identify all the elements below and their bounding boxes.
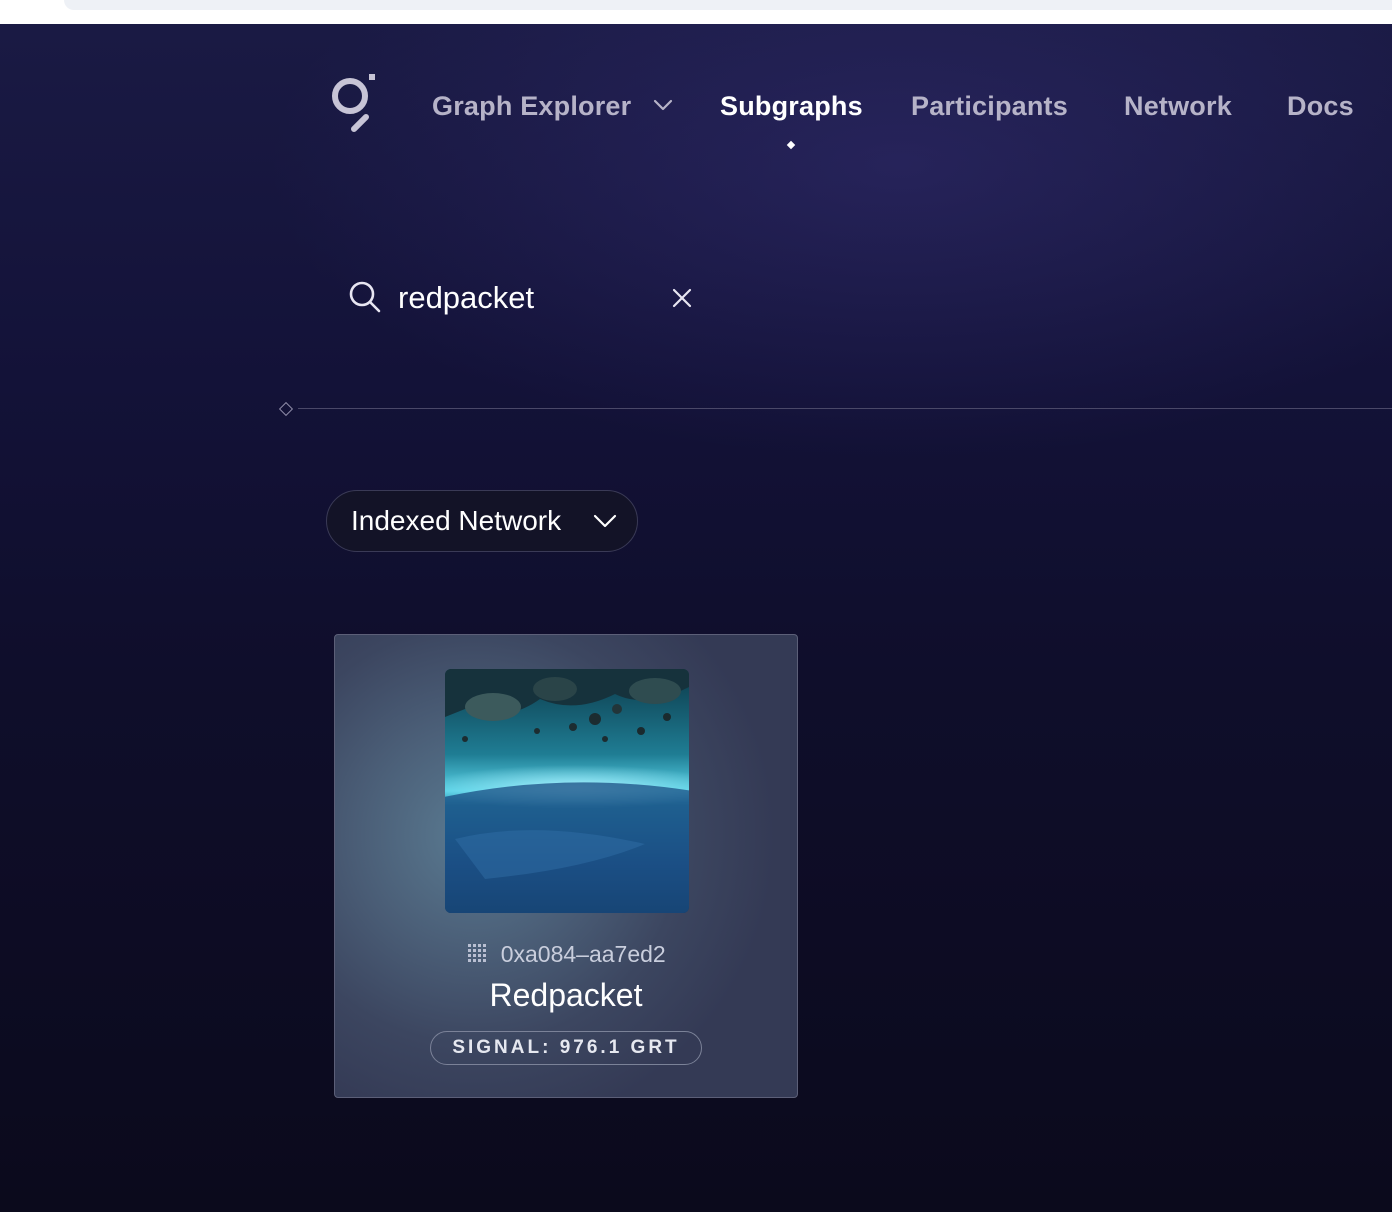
divider-diamond bbox=[278, 401, 294, 417]
chevron-down-icon bbox=[653, 99, 673, 110]
nav-docs[interactable]: Docs bbox=[1287, 86, 1354, 126]
nav-subgraphs[interactable]: Subgraphs bbox=[720, 86, 863, 126]
browser-address-bar[interactable] bbox=[64, 0, 1392, 10]
filter-label: Indexed Network bbox=[351, 505, 562, 536]
signal-badge: SIGNAL: 976.1 GRT bbox=[430, 1031, 702, 1065]
browser-strip bbox=[0, 0, 1392, 25]
indexed-network-filter[interactable]: Indexed Network bbox=[326, 490, 638, 552]
grid-dots-icon bbox=[468, 943, 487, 962]
active-nav-indicator bbox=[786, 140, 796, 150]
subgraph-address-row: 0xa084–aa7ed2 bbox=[335, 941, 797, 971]
subgraph-name: Redpacket bbox=[489, 977, 643, 1013]
page: Graph Explorer Subgraphs Participants Ne… bbox=[0, 24, 1392, 1212]
subgraph-thumbnail bbox=[445, 669, 689, 913]
divider-line bbox=[298, 408, 1392, 409]
graph-logo-icon[interactable] bbox=[330, 74, 378, 132]
chevron-down-icon bbox=[593, 514, 617, 528]
nav-graph-explorer-label: Graph Explorer bbox=[432, 91, 632, 121]
subgraph-address: 0xa084–aa7ed2 bbox=[500, 941, 666, 967]
nav-graph-explorer[interactable]: Graph Explorer bbox=[432, 86, 673, 126]
nav-network[interactable]: Network bbox=[1124, 86, 1232, 126]
nav-participants[interactable]: Participants bbox=[911, 86, 1068, 126]
subgraph-card[interactable]: 0xa084–aa7ed2 Redpacket SIGNAL: 976.1 GR… bbox=[334, 634, 798, 1098]
close-icon[interactable] bbox=[670, 286, 694, 310]
search-icon bbox=[349, 281, 381, 313]
search-input[interactable] bbox=[398, 276, 658, 320]
search-bar bbox=[348, 276, 698, 320]
